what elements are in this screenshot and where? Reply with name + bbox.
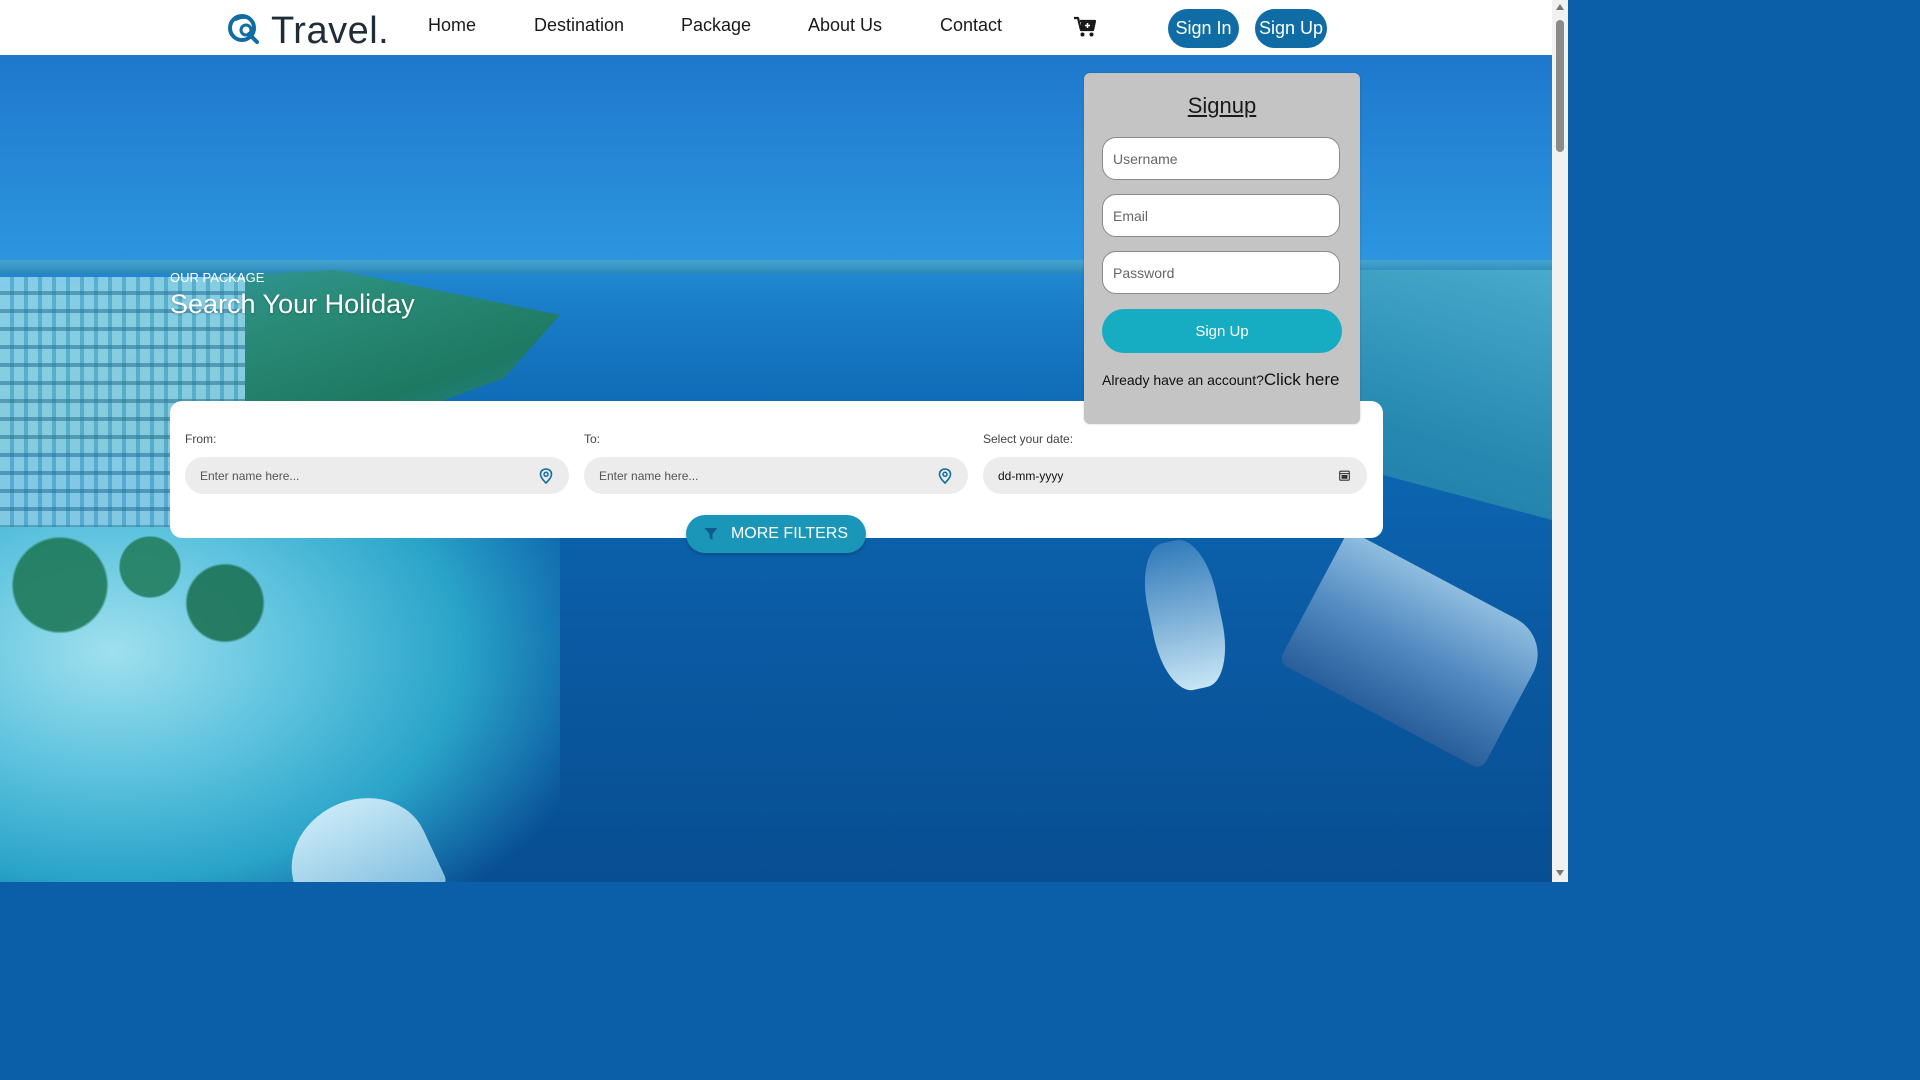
sign-up-button[interactable]: Sign Up: [1255, 9, 1327, 48]
sign-in-button[interactable]: Sign In: [1168, 9, 1239, 48]
already-account-text: Already have an account?Click here: [1102, 370, 1339, 390]
nav-about-us[interactable]: About Us: [808, 15, 882, 36]
top-navbar: Travel. Home Destination Package About U…: [0, 0, 1552, 55]
date-field[interactable]: dd-mm-yyyy: [983, 457, 1367, 494]
calendar-icon[interactable]: [1339, 470, 1350, 481]
more-filters-label: MORE FILTERS: [730, 525, 849, 542]
hero-ferry: [1278, 529, 1552, 771]
to-placeholder: Enter name here...: [599, 468, 699, 483]
scroll-down-arrow-icon[interactable]: [1556, 870, 1564, 876]
logo-text: Travel.: [271, 10, 390, 52]
nav-contact[interactable]: Contact: [940, 15, 1002, 36]
from-placeholder: Enter name here...: [200, 468, 300, 483]
signup-panel: Signup Sign Up Already have an account?C…: [1084, 73, 1360, 424]
globe-search-icon: [228, 13, 259, 44]
logo[interactable]: Travel.: [227, 4, 389, 53]
more-filters-button[interactable]: MORE FILTERS: [686, 515, 866, 553]
location-pin-icon: [938, 468, 952, 484]
already-account-label: Already have an account?: [1102, 372, 1264, 388]
signup-title: Signup: [1187, 93, 1257, 118]
location-pin-icon: [539, 468, 553, 484]
nav-package[interactable]: Package: [681, 15, 751, 36]
hero-title: Search Your Holiday: [170, 289, 415, 319]
date-label: Select your date:: [983, 432, 1074, 446]
password-input[interactable]: [1102, 251, 1340, 294]
cart-icon[interactable]: [1073, 16, 1097, 38]
hero-boat-wake: [1135, 534, 1235, 696]
hero-kicker: OUR PACKAGE: [170, 270, 265, 285]
page-scrollbar[interactable]: [1552, 0, 1568, 882]
from-field[interactable]: Enter name here...: [185, 457, 569, 494]
scroll-up-arrow-icon[interactable]: [1556, 4, 1564, 10]
nav-destination[interactable]: Destination: [534, 15, 624, 36]
email-input[interactable]: [1102, 194, 1340, 237]
signup-submit-button[interactable]: Sign Up: [1102, 309, 1342, 353]
to-field[interactable]: Enter name here...: [584, 457, 968, 494]
click-here-link[interactable]: Click here: [1264, 370, 1340, 389]
from-label: From:: [185, 432, 217, 446]
username-input[interactable]: [1102, 137, 1340, 180]
date-value: dd-mm-yyyy: [998, 468, 1064, 483]
scrollbar-thumb[interactable]: [1556, 20, 1564, 152]
nav-home[interactable]: Home: [428, 15, 476, 36]
to-label: To:: [584, 432, 601, 446]
filter-icon: [704, 528, 718, 540]
